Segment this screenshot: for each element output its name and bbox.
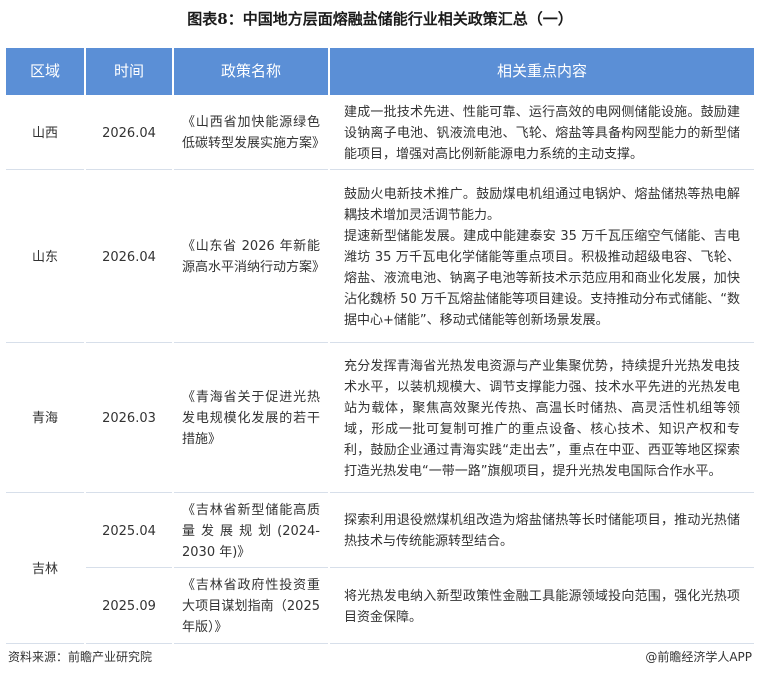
row-shanxi-policy: 《山西省加快能源绿色低碳转型发展实施方案》 xyxy=(174,97,328,170)
row-qinghai-region: 青海 xyxy=(6,345,84,493)
row-jilin-1-content: 探索利用退役燃煤机组改造为熔盐储热等长时储能项目，推动光热储热技术与传统能源转型… xyxy=(330,495,754,568)
content-paragraph: 鼓励火电新技术推广。鼓励煤电机组通过电锅炉、熔盐储热等热电解耦技术增加灵活调节能… xyxy=(344,186,740,223)
content-paragraph: 探索利用退役燃煤机组改造为熔盐储热等长时储能项目，推动光热储热技术与传统能源转型… xyxy=(344,513,740,549)
row-jilin-region: 吉林 xyxy=(6,495,84,644)
row-jilin-2-policy: 《吉林省政府性投资重大项目谋划指南（2025 年版）》 xyxy=(174,570,328,644)
header-policy: 政策名称 xyxy=(174,48,328,95)
row-qinghai-content: 充分发挥青海省光热发电资源与产业集聚优势，持续提升光热发电技术水平，以装机规模大… xyxy=(330,345,754,493)
row-jilin-1-time: 2025.04 xyxy=(86,495,172,568)
row-qinghai-time: 2026.03 xyxy=(86,345,172,493)
row-qinghai-policy: 《青海省关于促进光热发电规模化发展的若干措施》 xyxy=(174,345,328,493)
row-shandong-region: 山东 xyxy=(6,172,84,343)
content-paragraph: 提速新型储能发展。建成中能建泰安 35 万千瓦压缩空气储能、吉电潍坊 35 万千… xyxy=(344,228,740,328)
figure-title: 图表8：中国地方层面熔融盐储能行业相关政策汇总（一） xyxy=(187,10,573,28)
row-shanxi-content: 建成一批技术先进、性能可靠、运行高效的电网侧储能设施。鼓励建设钠离子电池、钒液流… xyxy=(330,97,754,170)
row-jilin-2-content: 将光热发电纳入新型政策性金融工具能源领域投向范围，强化光热项目资金保障。 xyxy=(330,570,754,644)
row-shandong-content: 鼓励火电新技术推广。鼓励煤电机组通过电锅炉、熔盐储热等热电解耦技术增加灵活调节能… xyxy=(330,172,754,343)
content-paragraph: 建成一批技术先进、性能可靠、运行高效的电网侧储能设施。鼓励建设钠离子电池、钒液流… xyxy=(344,104,740,162)
content-paragraph: 充分发挥青海省光热发电资源与产业集聚优势，持续提升光热发电技术水平，以装机规模大… xyxy=(344,358,740,479)
header-region: 区域 xyxy=(6,48,84,95)
row-shandong-policy: 《山东省 2026 年新能源高水平消纳行动方案》 xyxy=(174,172,328,343)
content-paragraph: 将光热发电纳入新型政策性金融工具能源领域投向范围，强化光热项目资金保障。 xyxy=(344,588,740,625)
row-shandong-time: 2026.04 xyxy=(86,172,172,343)
header-time: 时间 xyxy=(86,48,172,95)
row-jilin-2-time: 2025.09 xyxy=(86,570,172,644)
row-jilin-1-policy: 《吉林省新型储能高质量发展规划(2024-2030 年)》 xyxy=(174,495,328,568)
policy-table: 区域 时间 政策名称 相关重点内容 山西 2026.04 《山西省加快能源绿色低… xyxy=(6,48,754,644)
brand-note: @前瞻经济学人APP xyxy=(645,650,752,664)
source-note: 资料来源：前瞻产业研究院 xyxy=(8,650,153,664)
header-content: 相关重点内容 xyxy=(330,48,754,95)
row-shanxi-region: 山西 xyxy=(6,97,84,170)
row-shanxi-time: 2026.04 xyxy=(86,97,172,170)
